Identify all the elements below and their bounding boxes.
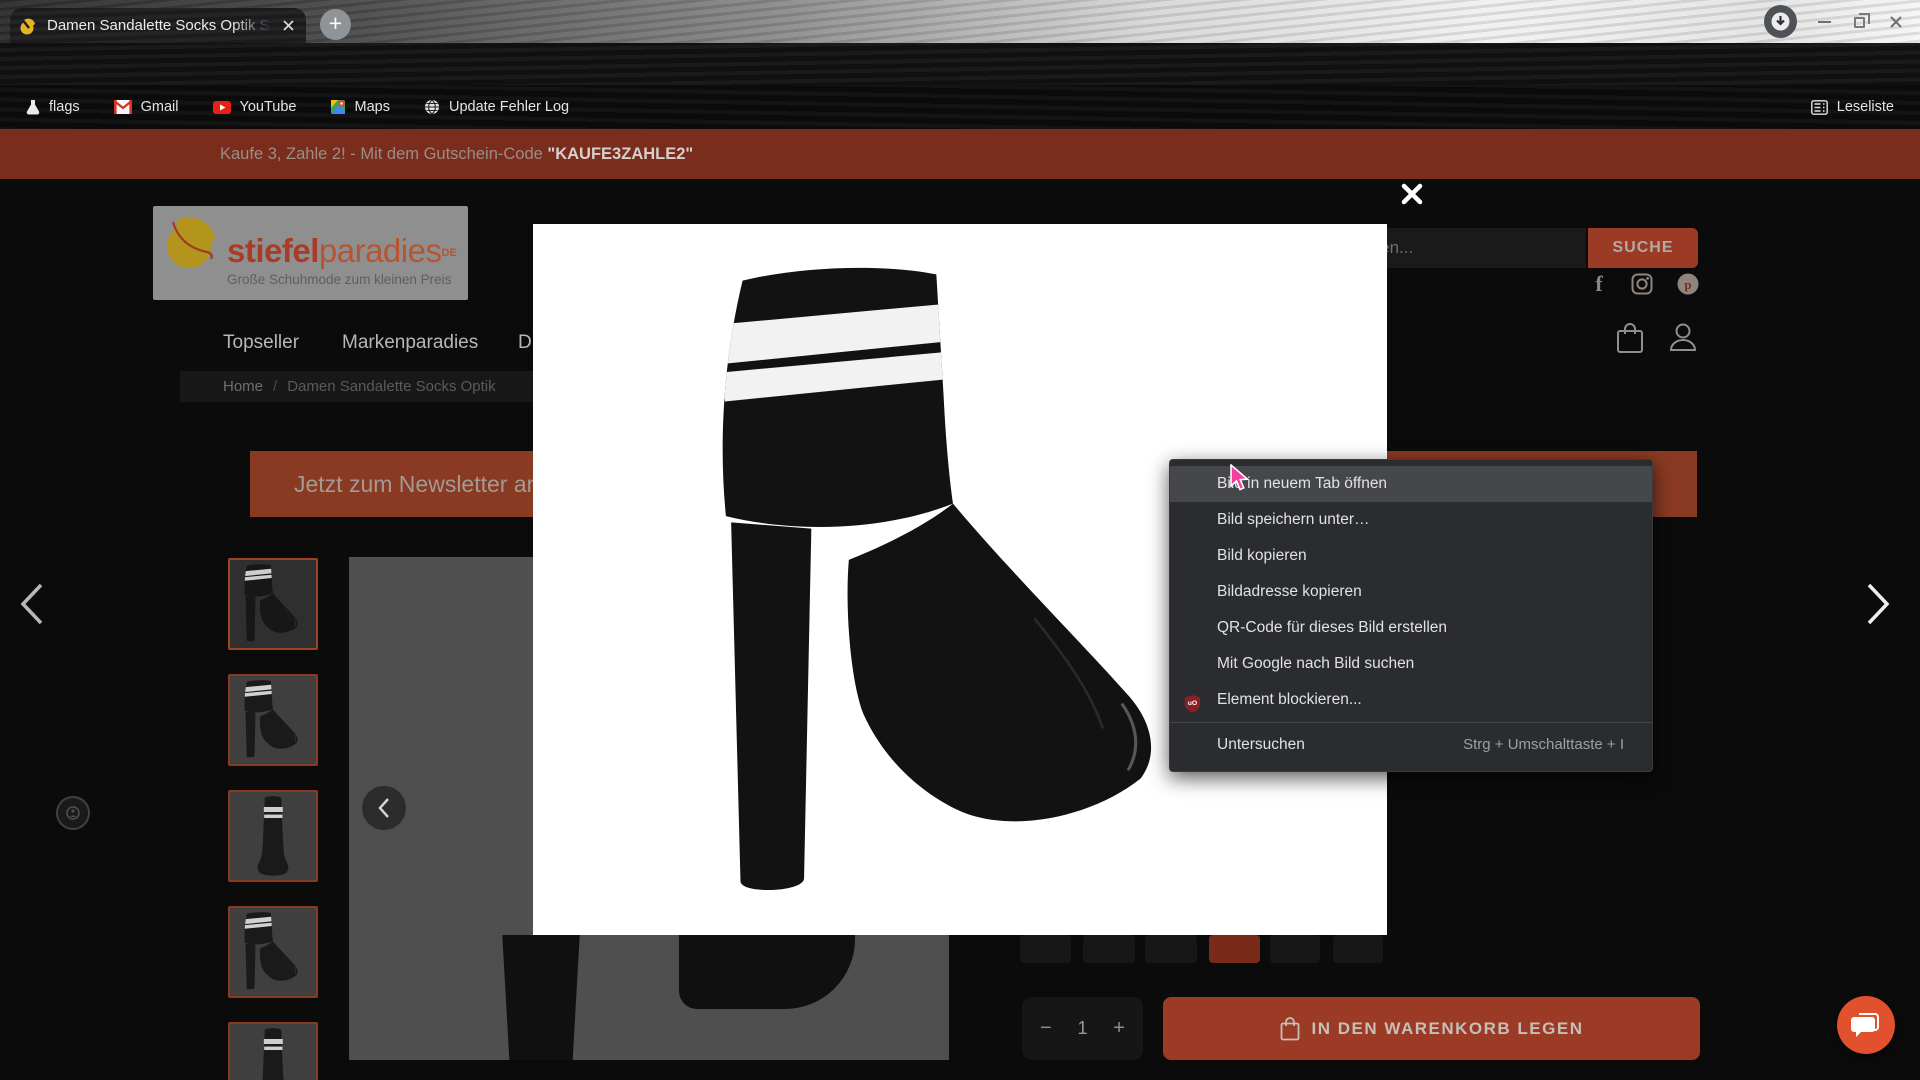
bookmark-youtube[interactable]: YouTube (213, 99, 297, 115)
site-favicon (20, 17, 38, 35)
coupon-code: "KAUFE3ZAHLE2" (547, 145, 693, 163)
image-prev-button[interactable] (362, 786, 406, 830)
context-menu: Bild in neuem Tab öffnen Bild speichern … (1169, 459, 1653, 772)
mouse-cursor (1228, 464, 1252, 497)
download-status-icon[interactable] (1764, 5, 1797, 38)
inspect-shortcut: Strg + Umschalttaste + I (1463, 727, 1624, 763)
instagram-icon[interactable] (1628, 270, 1656, 298)
size-button-2[interactable] (1083, 935, 1135, 963)
browser-tab-bar: Damen Sandalette Socks Optik S + (0, 0, 1920, 43)
bookmarks-bar: flags Gmail YouTube (0, 85, 1920, 129)
nav-item-topseller[interactable]: Topseller (223, 332, 299, 354)
newsletter-banner-left[interactable]: Jetzt zum Newsletter anm (250, 451, 533, 517)
context-menu-item-block-element[interactable]: uO Element blockieren... (1170, 682, 1652, 718)
bookmark-gmail[interactable]: Gmail (114, 99, 179, 115)
add-to-cart-button[interactable]: IN DEN WARENKORB LEGEN (1163, 997, 1700, 1060)
context-menu-divider (1170, 722, 1652, 723)
account-icon[interactable] (1668, 322, 1698, 359)
reading-list-button[interactable]: Leseliste (1811, 99, 1894, 115)
youtube-icon (213, 101, 231, 114)
quantity-increase-button[interactable]: + (1113, 1017, 1125, 1040)
ublock-shield-icon: uO (1184, 691, 1201, 727)
thumbnail-3[interactable] (228, 790, 318, 882)
context-menu-item-create-qr-code[interactable]: QR-Code für dieses Bild erstellen (1170, 610, 1652, 646)
context-menu-item-search-google-image[interactable]: Mit Google nach Bild suchen (1170, 646, 1652, 682)
quantity-decrease-button[interactable]: − (1040, 1017, 1052, 1040)
size-button-6[interactable] (1333, 935, 1383, 963)
bookmark-maps[interactable]: Maps (331, 99, 390, 115)
logo-word-stiefel: stiefel (227, 232, 319, 269)
context-menu-item-copy-image-address[interactable]: Bildadresse kopieren (1170, 574, 1652, 610)
browser-toolbar: ← → ⟳ ⌂ stiefelparadies.de/products/dame… (0, 43, 1920, 85)
logo-sup-de: DE (441, 247, 456, 259)
context-menu-item-copy-image[interactable]: Bild kopieren (1170, 538, 1652, 574)
cart-icon[interactable] (1616, 322, 1644, 359)
product-image-toe-fragment (679, 935, 855, 1009)
quantity-value: 1 (1077, 1018, 1087, 1039)
search-button[interactable]: SUCHE (1588, 228, 1698, 268)
chat-bubble-icon (1851, 1011, 1881, 1039)
tab-title: Damen Sandalette Socks Optik S (47, 17, 272, 34)
bookmark-flags[interactable]: flags (26, 99, 80, 115)
globe-icon (424, 99, 440, 115)
pinterest-icon[interactable]: p (1674, 270, 1702, 298)
thumbnail-5[interactable] (228, 1022, 318, 1080)
thumbnail-4[interactable] (228, 906, 318, 998)
bookmark-update-fehler-log[interactable]: Update Fehler Log (424, 99, 569, 115)
breadcrumb-separator: / (273, 378, 277, 395)
facebook-icon[interactable]: f (1585, 270, 1613, 298)
size-button-5[interactable] (1270, 935, 1320, 963)
svg-text:uO: uO (1188, 700, 1197, 707)
svg-text:p: p (1684, 277, 1691, 292)
lightbox-close-button[interactable] (1399, 181, 1429, 211)
browser-tab[interactable]: Damen Sandalette Socks Optik S (10, 8, 306, 43)
context-menu-item-inspect[interactable]: Strg + Umschalttaste + I Untersuchen (1170, 727, 1652, 763)
screen: Damen Sandalette Socks Optik S + ← → ⟳ ⌂ (0, 0, 1920, 1080)
logo-tagline: Große Schuhmode zum kleinen Preis (227, 272, 458, 287)
product-photo-sock-bootie (703, 266, 1203, 912)
nav-item-markenparadies[interactable]: Markenparadies (342, 332, 478, 354)
size-button-1[interactable] (1020, 935, 1071, 963)
promo-banner: Kaufe 3, Zahle 2! - Mit dem Gutschein-Co… (0, 129, 1920, 179)
add-to-cart-label: IN DEN WARENKORB LEGEN (1312, 1019, 1584, 1039)
chat-widget-button[interactable] (1837, 996, 1895, 1054)
breadcrumb: Home / Damen Sandalette Socks Optik (180, 371, 534, 402)
gmail-icon (114, 100, 132, 114)
promo-message: Kaufe 3, Zahle 2! - Mit dem Gutschein-Co… (220, 129, 693, 179)
size-button-3[interactable] (1145, 935, 1197, 963)
thumbnail-1[interactable] (228, 558, 318, 650)
product-image-heel-fragment (497, 935, 585, 1060)
breadcrumb-home[interactable]: Home (223, 378, 263, 395)
quantity-stepper: − 1 + (1022, 997, 1143, 1060)
thumbnail-2[interactable] (228, 674, 318, 766)
window-restore-button[interactable] (1847, 13, 1871, 31)
size-button-4-selected[interactable] (1209, 935, 1260, 963)
window-close-button[interactable] (1884, 13, 1908, 31)
site-logo[interactable]: stiefelparadiesDE Große Schuhmode zum kl… (153, 206, 468, 300)
logo-word-paradies: paradies (319, 232, 442, 269)
lightbox-prev-button[interactable] (14, 580, 52, 628)
trust-badge-widget[interactable] (56, 796, 90, 830)
window-minimize-button[interactable] (1812, 13, 1836, 31)
lightbox-next-button[interactable] (1858, 580, 1896, 628)
logo-shoe-icon (163, 214, 221, 270)
nav-item-damen[interactable]: D (518, 332, 532, 354)
maps-icon (331, 99, 346, 115)
tab-close-icon[interactable] (281, 18, 296, 33)
context-menu-item-save-image-as[interactable]: Bild speichern unter… (1170, 502, 1652, 538)
shopping-bag-icon (1280, 1017, 1300, 1041)
new-tab-button[interactable]: + (320, 9, 351, 40)
flask-icon (26, 99, 40, 115)
newsletter-text: Jetzt zum Newsletter anm (294, 451, 559, 517)
reading-list-icon (1811, 100, 1828, 115)
breadcrumb-current: Damen Sandalette Socks Optik (287, 378, 495, 395)
